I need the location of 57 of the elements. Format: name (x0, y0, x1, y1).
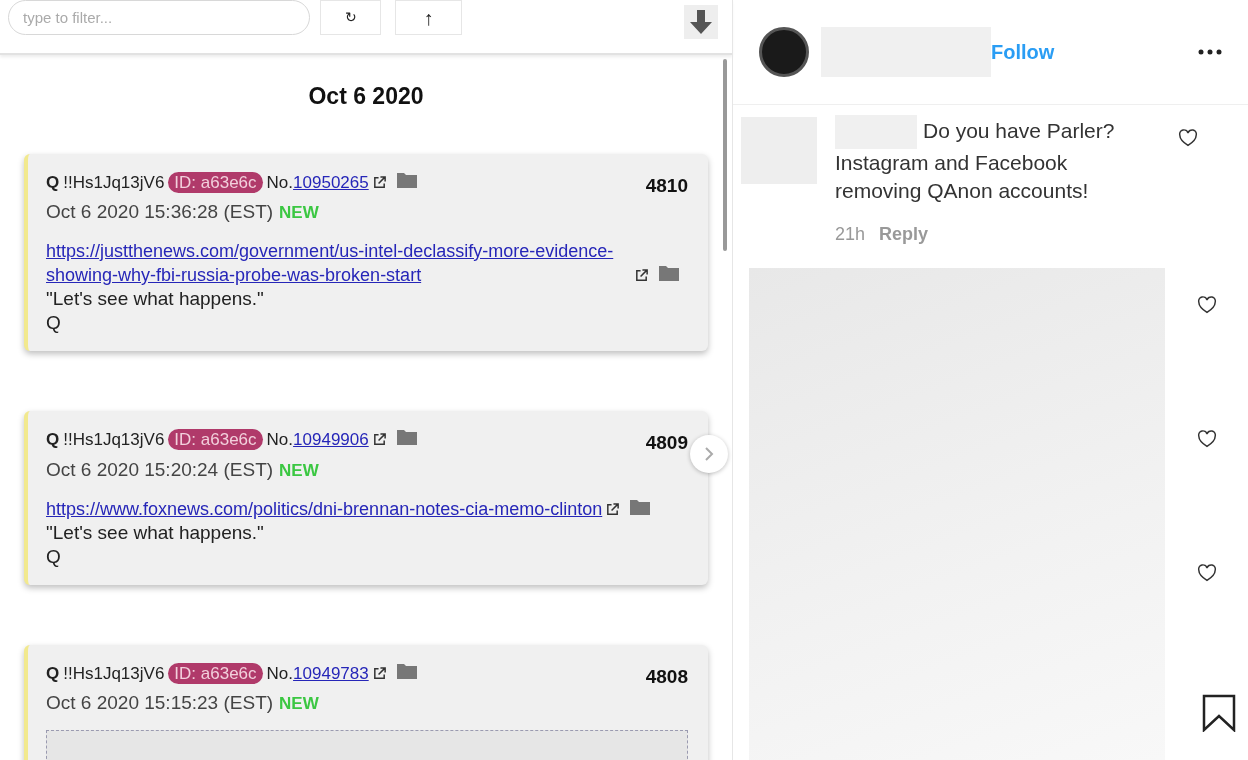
avatar[interactable] (759, 27, 809, 77)
poster-id-badge: ID: a63e6c (168, 171, 263, 193)
article-link[interactable]: https://justthenews.com/government/us-intel-declassify-more-evidence-showing-why-fbi-russia-probe-was-broken-start (46, 239, 631, 287)
refresh-button[interactable]: ↻ (320, 0, 381, 35)
post-count: 4809 (645, 431, 688, 455)
folder-icon[interactable] (396, 662, 417, 679)
heart-icon[interactable] (1196, 430, 1217, 448)
tripcode: !!Hs1Jq13jV6 (63, 663, 165, 683)
external-link-icon[interactable] (371, 174, 387, 190)
external-link-icon[interactable] (371, 665, 387, 681)
poster-name: Q (46, 172, 60, 192)
comment-text: Do you have Parler? Instagram and Facebook removing QAnon accounts! (835, 117, 1135, 205)
up-button[interactable]: ↑ (395, 0, 462, 35)
poster-id-badge: ID: a63e6c (168, 662, 263, 684)
external-link-icon[interactable] (371, 432, 387, 447)
folder-icon[interactable] (396, 171, 417, 188)
post-text-line: Q (46, 311, 62, 335)
folder-icon[interactable] (630, 498, 651, 515)
bookmark-icon[interactable] (1201, 694, 1236, 732)
more-options-icon[interactable] (1198, 49, 1222, 55)
folder-icon[interactable] (659, 265, 679, 281)
post-timestamp: Oct 6 2020 15:36:28 (EST) (46, 201, 274, 222)
post-number-label: No. (266, 172, 294, 192)
heart-icon[interactable] (1196, 564, 1217, 582)
tripcode: !!Hs1Jq13jV6 (63, 430, 165, 449)
post-number-label: No. (266, 430, 294, 449)
post-number-label: No. (266, 663, 294, 683)
post-text-line: Q (46, 544, 62, 569)
poster-name: Q (46, 430, 60, 449)
post-number-link[interactable]: 10949783 (293, 663, 369, 683)
post-number-link[interactable]: 10950265 (293, 172, 369, 192)
post-number-link[interactable]: 10949906 (293, 430, 369, 449)
new-label: NEW (279, 203, 319, 222)
arrow-down-icon (690, 10, 712, 34)
folder-icon[interactable] (396, 429, 417, 445)
heart-icon[interactable] (1177, 129, 1198, 147)
heart-icon[interactable] (1196, 296, 1217, 314)
external-link-icon[interactable] (634, 268, 649, 283)
chevron-right-icon (704, 446, 714, 462)
article-link[interactable]: https://www.foxnews.com/politics/dni-brennan-notes-cia-memo-clinton (46, 496, 603, 521)
scrollbar[interactable] (723, 59, 727, 251)
post-text-line: "Let's see what happens." (46, 287, 265, 311)
filter-field[interactable]: type to filter... (8, 0, 310, 35)
post-timestamp: Oct 6 2020 15:15:23 (EST) (46, 692, 274, 713)
poster-name: Q (46, 663, 60, 683)
scroll-down-button[interactable] (684, 5, 718, 39)
external-link-icon[interactable] (605, 501, 621, 517)
date-heading: Oct 6 2020 (307, 82, 425, 111)
post-count: 4808 (645, 664, 688, 689)
new-label: NEW (279, 460, 319, 480)
post-text-line: "Let's see what happens." (46, 520, 265, 545)
post-timestamp: Oct 6 2020 15:20:24 (EST) (46, 458, 274, 480)
comment-time: 21h (835, 224, 866, 244)
new-label: NEW (279, 694, 319, 713)
poster-id-badge: ID: a63e6c (168, 429, 263, 450)
tripcode: !!Hs1Jq13jV6 (63, 172, 165, 192)
post-count: 4810 (645, 173, 688, 198)
